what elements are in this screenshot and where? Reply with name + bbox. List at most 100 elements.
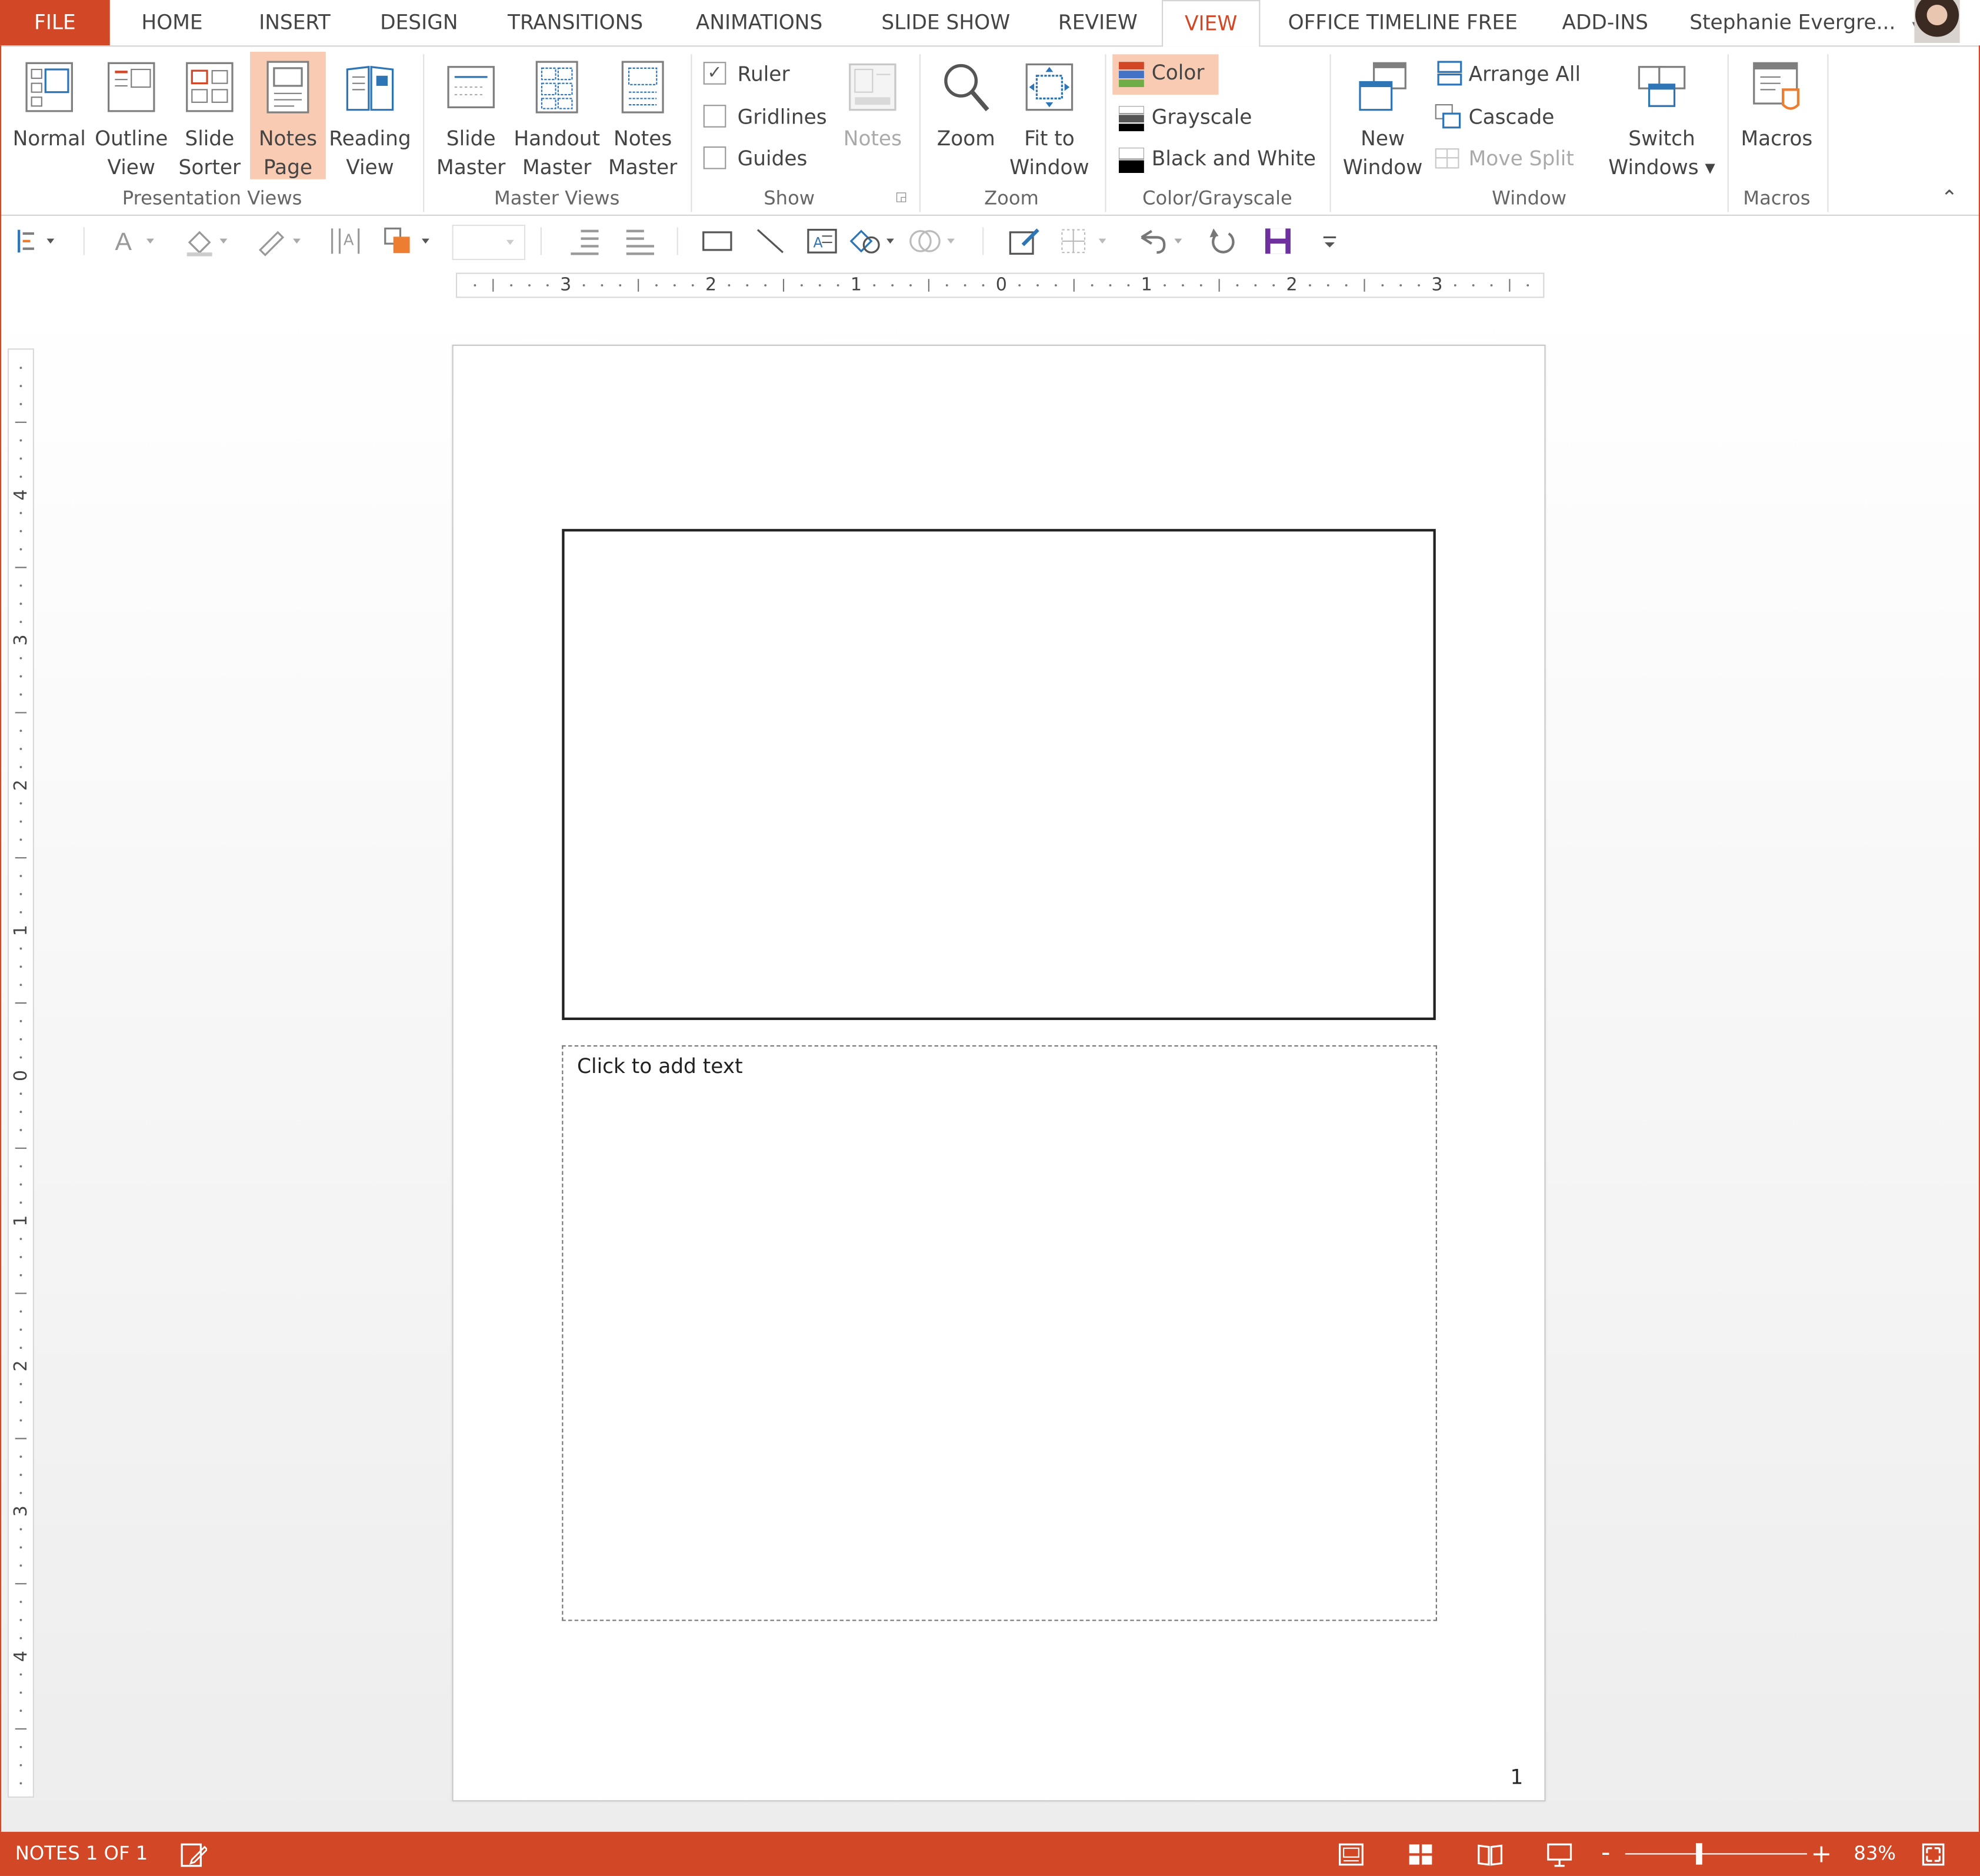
slide-show-status-icon[interactable] [1546,1841,1574,1868]
zoom-button[interactable]: Zoom [927,52,1005,179]
reading-view-button[interactable]: Reading View [328,52,412,179]
tab-transitions[interactable]: TRANSITIONS [508,0,643,45]
ruler-tick-label: 2 [11,779,32,791]
group-divider [691,54,692,212]
notes-page-label: Notes Page [258,126,318,179]
slide-sorter-button[interactable]: Slide Sorter [172,52,248,179]
align-text-icon[interactable] [12,225,58,258]
undo-icon[interactable] [1131,225,1186,258]
normal-view-status-icon[interactable] [1337,1841,1365,1868]
shape-fill-icon[interactable] [182,225,235,258]
notes-text-placeholder[interactable]: Click to add text [562,1045,1437,1621]
ruler-tick [1091,284,1094,286]
merge-shapes-icon[interactable] [906,225,962,258]
ruler-tick [1036,284,1039,286]
ruler-tick [528,284,531,286]
show-dialog-launcher-icon[interactable]: ◲ [895,191,907,205]
ruler-tick-label: 2 [705,275,717,296]
tab-office-timeline-free[interactable]: OFFICE TIMELINE FREE [1288,0,1518,45]
move-split-icon [1435,148,1459,169]
tab-insert[interactable]: INSERT [259,0,331,45]
ruler-tick [728,284,731,286]
ruler-tick [873,284,876,286]
notes-label: Notes [843,126,902,151]
outline-view-button[interactable]: Outline View [91,52,172,179]
tab-home[interactable]: HOME [141,0,202,45]
reading-view-status-icon[interactable] [1476,1841,1504,1868]
group-objects-icon[interactable] [1058,225,1111,258]
handout-master-label: Handout Master [514,126,601,179]
toolbar-divider [83,227,85,255]
decrease-indent-icon[interactable] [566,225,604,258]
normal-view-icon [25,62,73,112]
line-shape-icon[interactable] [752,225,788,258]
zoom-in-button[interactable]: + [1811,1832,1832,1876]
tab-file[interactable]: FILE [0,0,110,46]
font-size-dropdown[interactable] [452,224,526,261]
font-color-icon[interactable]: A [111,225,162,258]
edit-shape-icon[interactable] [1006,225,1042,258]
zoom-slider-thumb[interactable] [1695,1843,1702,1865]
text-direction-icon[interactable]: A [326,225,364,258]
ruler-tick [19,748,22,751]
ruler-tick [19,475,22,478]
save-icon[interactable] [1260,225,1295,258]
tab-view[interactable]: VIEW [1161,0,1261,47]
fit-slide-to-window-icon[interactable] [1919,1841,1947,1868]
user-avatar[interactable] [1914,0,1960,43]
slide-master-button[interactable]: Slide Master [432,52,510,179]
ruler-tick-label: 3 [11,1505,32,1517]
gridlines-check-box [703,105,726,128]
tab-add-ins[interactable]: ADD-INS [1562,0,1648,45]
tab-animations[interactable]: ANIMATIONS [696,0,822,45]
slide-sorter-status-icon[interactable] [1406,1841,1434,1868]
switch-windows-button[interactable]: Switch Windows ▾ [1601,52,1722,179]
grayscale-swatch-icon [1118,106,1144,132]
vertical-ruler[interactable]: 4 3 2 1 0 1 2 3 4 [7,348,34,1798]
zoom-out-button[interactable]: - [1601,1832,1610,1874]
slide-count-status[interactable]: NOTES 1 OF 1 [15,1832,148,1876]
ruler-tick [1018,284,1021,286]
shape-outline-icon[interactable] [252,225,308,258]
customize-toolbar-icon[interactable] [1316,225,1344,258]
guides-check-box [703,146,726,169]
collapse-ribbon-icon[interactable]: ⌃ [1941,185,1958,209]
new-window-button[interactable]: New Window [1337,52,1428,179]
color-button[interactable]: Color [1112,54,1219,95]
ruler-tick [982,284,985,286]
horizontal-ruler[interactable]: 3 2 1 0 1 2 3 [455,272,1545,298]
ruler-tick [19,1691,22,1694]
tab-slide-show[interactable]: SLIDE SHOW [881,0,1010,45]
notes-master-button[interactable]: Notes Master [604,52,682,179]
shapes-gallery-icon[interactable] [846,225,899,258]
notes-page-button[interactable]: Notes Page [250,51,326,179]
grayscale-label: Grayscale [1151,105,1252,129]
ruler-tick [474,284,476,286]
ruler-tick [19,892,22,895]
tab-design[interactable]: DESIGN [380,0,458,45]
handout-master-button[interactable]: Handout Master [510,52,604,179]
rectangle-shape-icon[interactable] [699,225,735,258]
zoom-slider[interactable] [1625,1853,1807,1855]
redo-icon[interactable] [1206,225,1241,258]
tab-review[interactable]: REVIEW [1058,0,1138,45]
zoom-level[interactable]: 83% [1854,1832,1896,1876]
ruler-tick [19,457,22,460]
ruler-tick [19,729,22,732]
macros-button[interactable]: Macros [1735,52,1819,179]
notes-toggle-icon[interactable] [179,1841,209,1868]
arrange-icon[interactable] [381,225,434,258]
user-account-button[interactable]: Stephanie Evergre... ▾ [1689,0,1919,45]
toolbar-divider [982,227,984,255]
increase-indent-icon[interactable] [621,225,659,258]
normal-view-button[interactable]: Normal [8,52,91,179]
toolbar-divider [540,227,542,255]
ruler-tick [19,984,22,987]
ruler-tick [836,284,839,286]
fit-to-window-button[interactable]: Fit to Window [1005,52,1094,179]
ruler-tick [582,284,585,286]
text-box-icon[interactable]: A [804,225,839,258]
ruler-tick [19,385,22,388]
slide-image-placeholder[interactable] [562,529,1436,1020]
page-number: 1 [1510,1765,1524,1789]
